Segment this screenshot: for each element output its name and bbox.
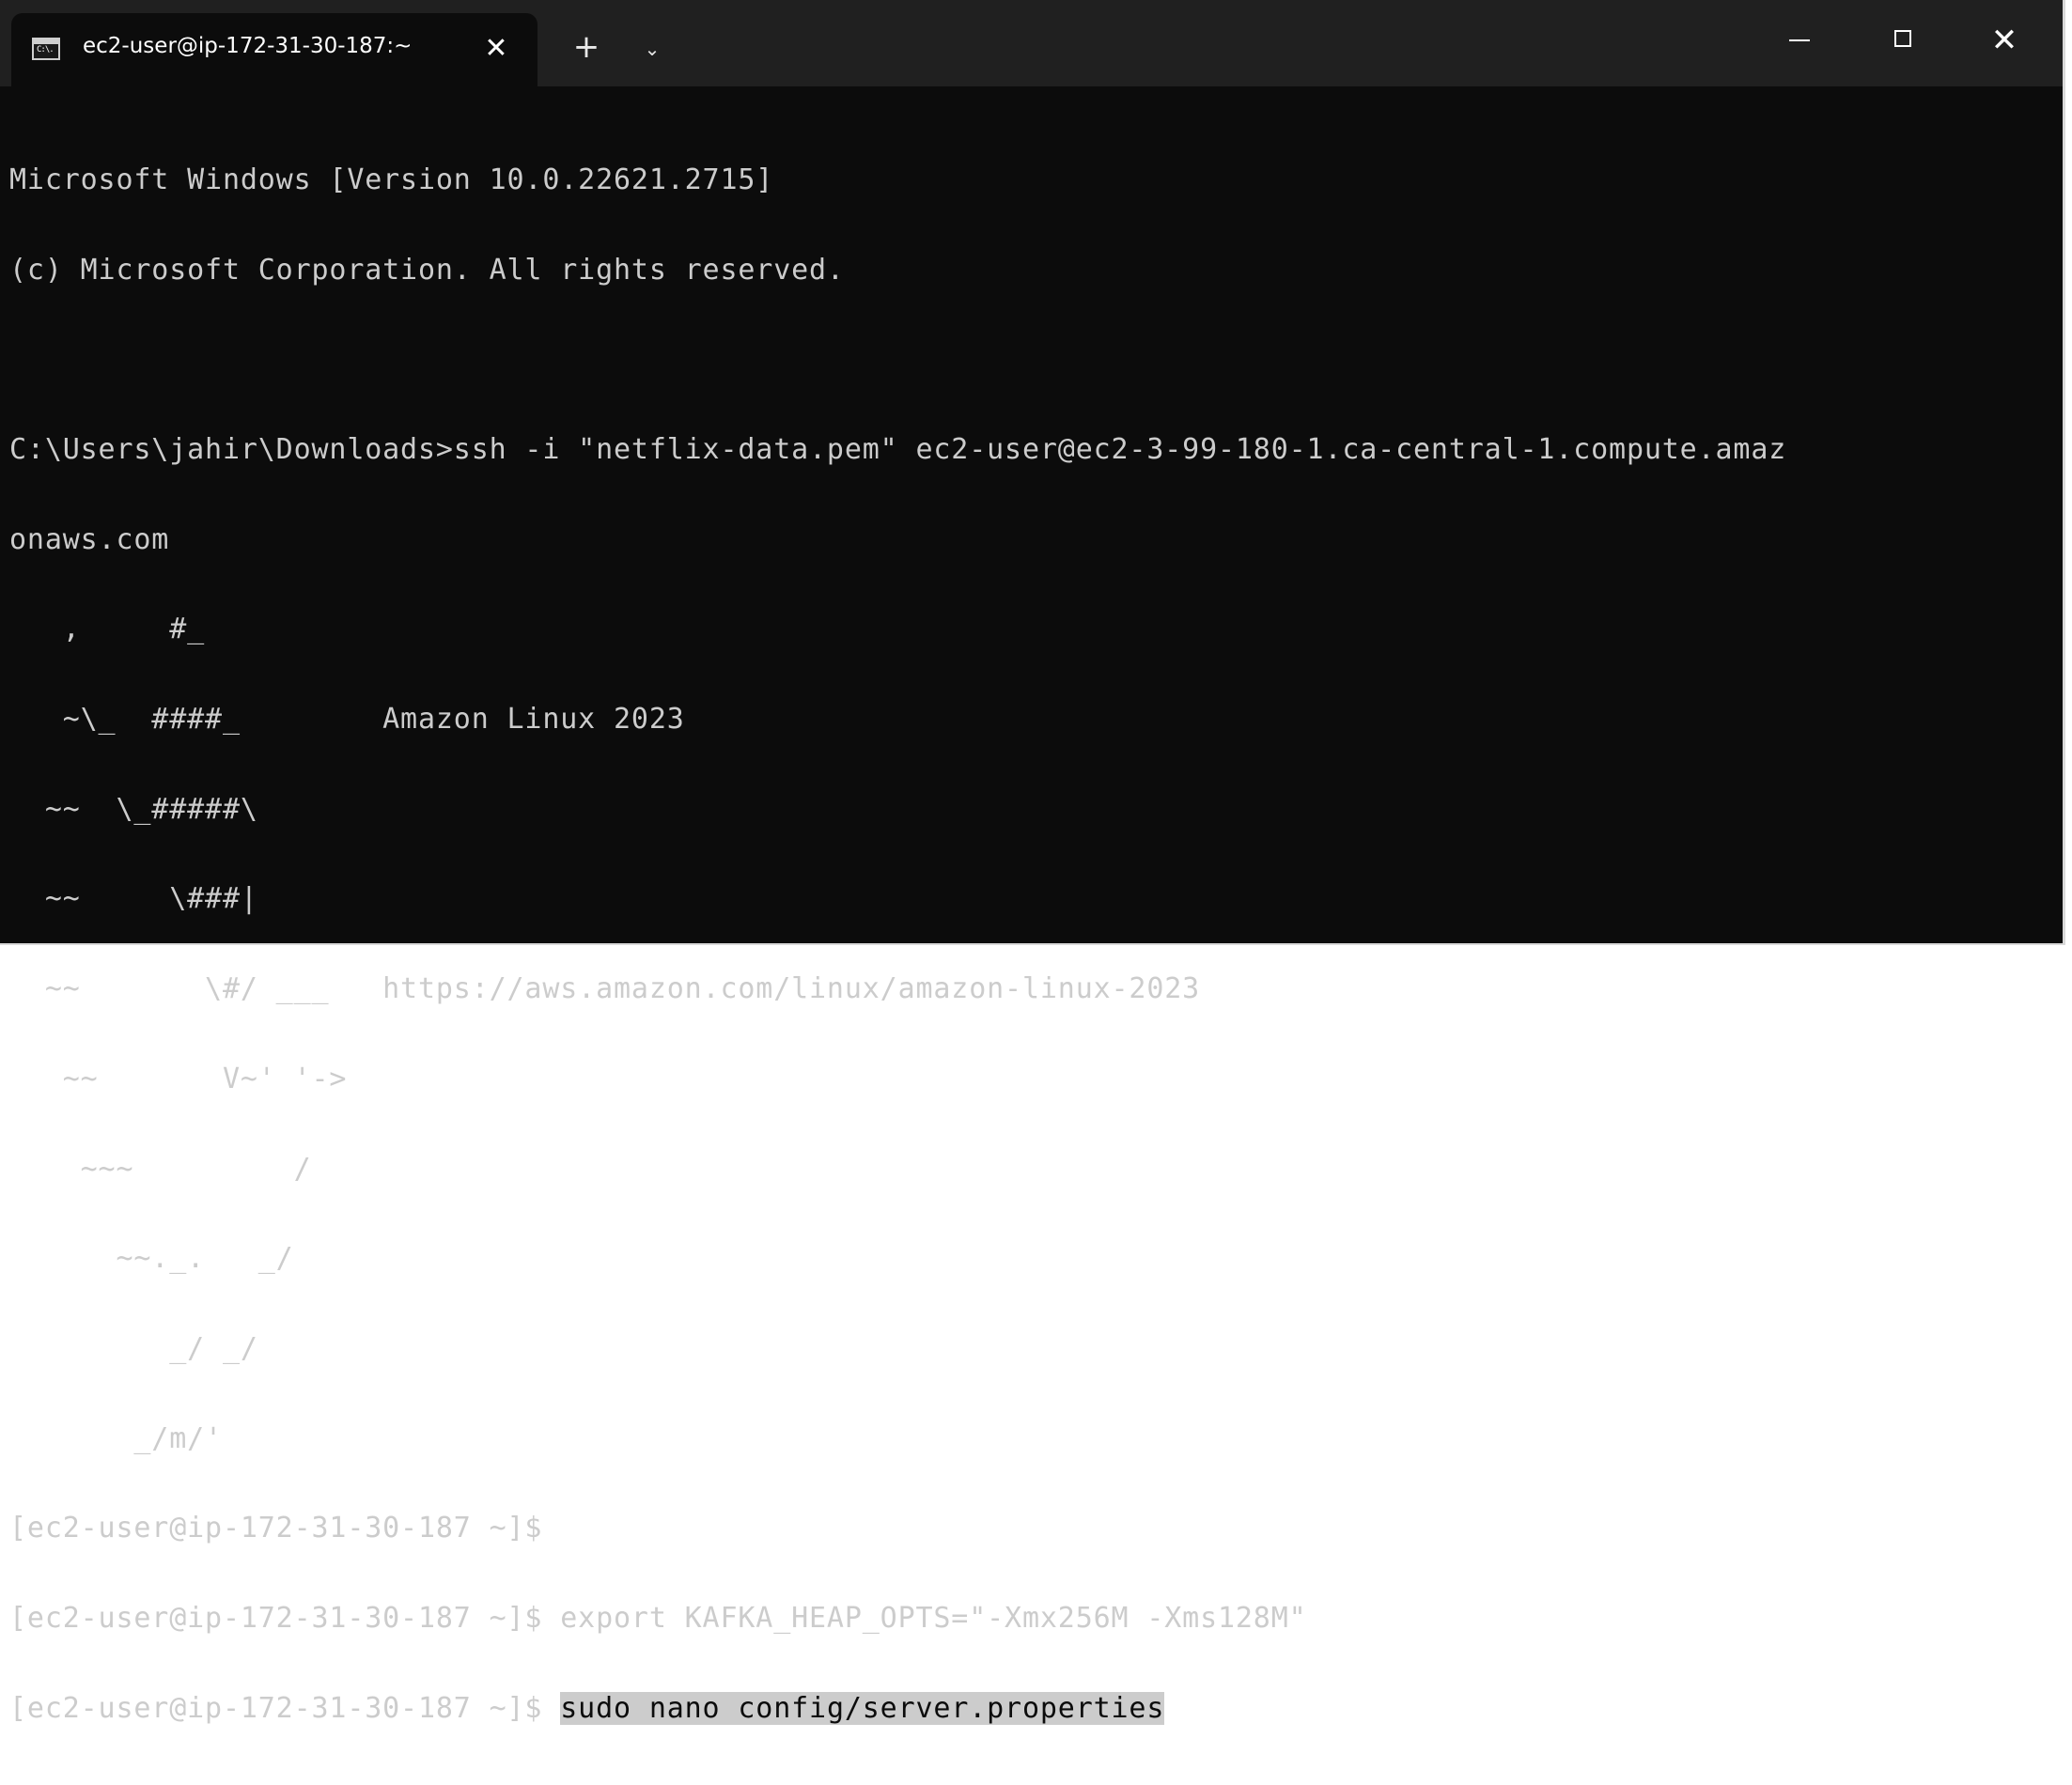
ascii-art-line: _/ _/ bbox=[9, 1331, 258, 1365]
tab-title: ec2-user@ip-172-31-30-187:~ bbox=[83, 34, 413, 58]
new-tab-icon[interactable]: + bbox=[568, 28, 605, 66]
chevron-down-icon[interactable]: ⌄ bbox=[633, 32, 671, 66]
terminal-line: Microsoft Windows [Version 10.0.22621.27… bbox=[9, 163, 774, 196]
ascii-art-line: _/m/' bbox=[9, 1421, 223, 1455]
terminal-window: C:\. ec2-user@ip-172-31-30-187:~ ✕ + ⌄ ✕… bbox=[0, 0, 2065, 1725]
terminal-line: C:\Users\jahir\Downloads>ssh -i "netflix… bbox=[9, 432, 1787, 466]
ascii-art-line: ~~ \#/ ___ https://aws.amazon.com/linux/… bbox=[9, 972, 1201, 1006]
selected-command[interactable]: sudo nano config/server.properties bbox=[560, 1691, 1165, 1725]
maximize-box bbox=[1894, 30, 1911, 47]
prompt-line: [ec2-user@ip-172-31-30-187 ~]$ export KA… bbox=[9, 1602, 1307, 1636]
prompt-text: [ec2-user@ip-172-31-30-187 ~]$ bbox=[9, 1691, 561, 1725]
terminal-output[interactable]: Microsoft Windows [Version 10.0.22621.27… bbox=[9, 105, 2063, 1783]
terminal-icon: C:\. bbox=[32, 38, 60, 60]
close-window-icon[interactable]: ✕ bbox=[1971, 17, 2037, 64]
ascii-art-line: ~~ \###| bbox=[9, 882, 258, 916]
maximize-icon[interactable] bbox=[1870, 17, 1936, 64]
ascii-art-line: ~~~ / bbox=[9, 1152, 312, 1186]
minimize-bar bbox=[1789, 39, 1810, 41]
tab-ec2-session[interactable]: C:\. ec2-user@ip-172-31-30-187:~ ✕ bbox=[11, 13, 537, 86]
terminal-line: onaws.com bbox=[9, 522, 170, 556]
prompt-line: [ec2-user@ip-172-31-30-187 ~]$ bbox=[9, 1512, 543, 1545]
minimize-icon[interactable] bbox=[1767, 17, 1832, 64]
current-prompt-line[interactable]: [ec2-user@ip-172-31-30-187 ~]$ sudo nano… bbox=[9, 1691, 2063, 1725]
terminal-icon-glyph: C:\. bbox=[37, 45, 55, 54]
ascii-art-line: ~~ V~' '-> bbox=[9, 1062, 348, 1095]
terminal-line: (c) Microsoft Corporation. All rights re… bbox=[9, 253, 845, 287]
ascii-art-line: , #_ bbox=[9, 613, 206, 646]
tab-close-icon[interactable]: ✕ bbox=[477, 30, 515, 68]
title-bar: C:\. ec2-user@ip-172-31-30-187:~ ✕ + ⌄ ✕ bbox=[0, 0, 2063, 86]
ascii-art-line: ~~._. _/ bbox=[9, 1242, 294, 1276]
ascii-art-line: ~\_ ####_ Amazon Linux 2023 bbox=[9, 703, 685, 737]
ascii-art-line: ~~ \_#####\ bbox=[9, 792, 258, 826]
